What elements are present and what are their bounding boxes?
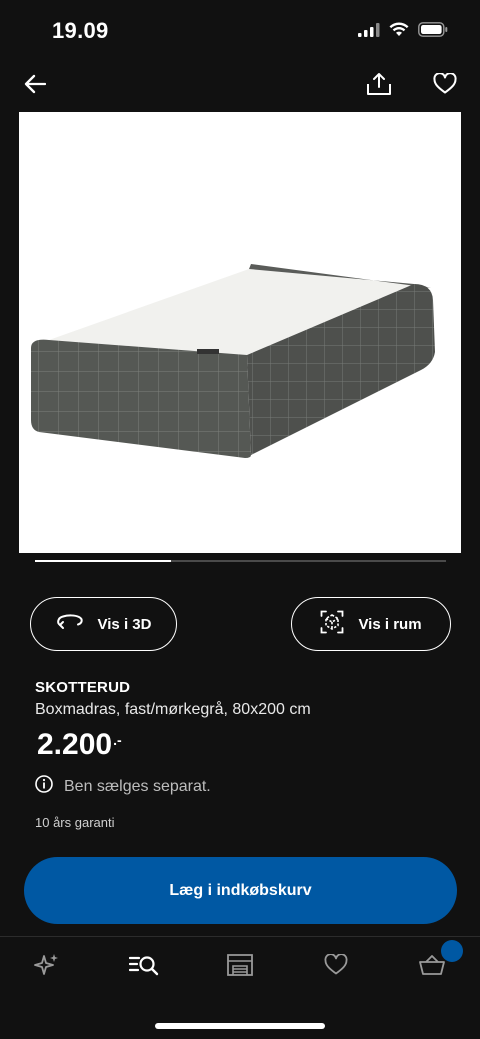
top-nav: [0, 62, 480, 108]
view-3d-button[interactable]: Vis i 3D: [30, 597, 177, 651]
mattress-illustration: [31, 264, 435, 458]
carousel-indicator: [35, 560, 446, 562]
tab-inspiration[interactable]: [27, 951, 67, 983]
inspiration-icon: [34, 952, 60, 983]
view-in-room-label: Vis i rum: [358, 615, 422, 633]
product-name: SKOTTERUD: [35, 679, 131, 696]
price-value: 2.200: [37, 728, 113, 761]
add-to-cart-label: Læg i indkøbskurv: [169, 881, 312, 899]
view-3d-label: Vis i 3D: [97, 615, 152, 633]
tab-store[interactable]: [220, 951, 260, 983]
price-suffix: .-: [113, 732, 122, 748]
status-icons: [358, 22, 448, 42]
carousel-progress: [35, 560, 171, 562]
back-arrow-icon: [24, 74, 47, 99]
info-notice: Ben sælges separat.: [35, 775, 211, 798]
wifi-icon: [389, 22, 409, 42]
share-icon: [366, 72, 392, 101]
search-icon: [128, 953, 159, 982]
signal-icon: [358, 22, 380, 42]
status-time: 19.09: [52, 18, 109, 43]
view-in-room-button[interactable]: Vis i rum: [291, 597, 451, 651]
favorite-button[interactable]: [429, 70, 461, 102]
ar-icon: [320, 610, 344, 638]
product-description: Boxmadras, fast/mørkegrå, 80x200 cm: [35, 701, 311, 718]
battery-icon: [418, 22, 448, 42]
tab-search[interactable]: [124, 951, 164, 983]
add-to-cart-button[interactable]: Læg i indkøbskurv: [24, 857, 457, 924]
info-text: Ben sælges separat.: [64, 777, 211, 795]
cart-badge: [441, 940, 463, 962]
rotate-3d-icon: [56, 612, 84, 636]
product-image[interactable]: [19, 112, 461, 553]
share-button[interactable]: [363, 70, 395, 102]
home-indicator[interactable]: [155, 1023, 325, 1029]
heart-icon: [433, 72, 457, 99]
favorites-icon: [324, 953, 348, 980]
tab-favorites[interactable]: [316, 951, 356, 983]
guarantee-text: 10 års garanti: [35, 815, 115, 830]
status-bar: 19.09: [0, 0, 480, 62]
product-price: 2.200 .-: [37, 728, 122, 762]
back-button[interactable]: [19, 70, 51, 102]
store-icon: [226, 953, 254, 982]
info-icon: [35, 775, 53, 798]
